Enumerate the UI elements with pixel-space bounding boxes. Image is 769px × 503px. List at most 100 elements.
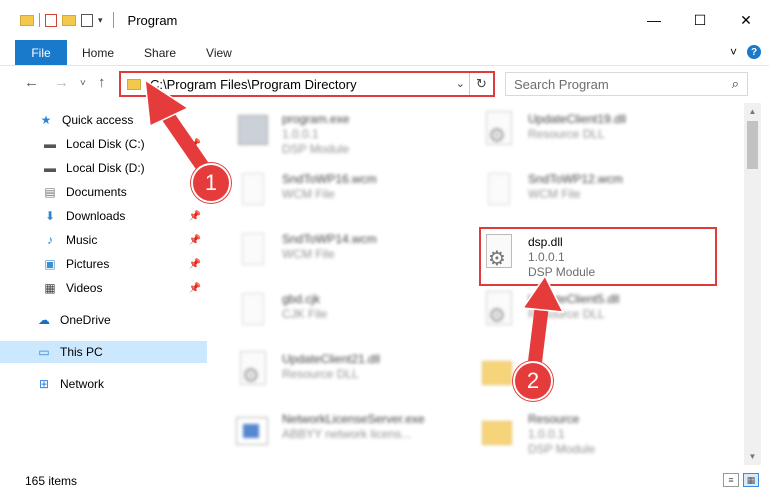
pin-icon[interactable]: 📌: [189, 235, 201, 246]
nav-documents[interactable]: ▤ Documents: [0, 181, 207, 203]
pin-icon[interactable]: 📌: [189, 283, 201, 294]
nav-onedrive[interactable]: ☁ OneDrive: [0, 309, 207, 331]
nav-this-pc[interactable]: ▭ This PC: [0, 341, 207, 363]
file-explorer-window: ▾ Program — ☐ ✕ File Home Share View ˅ ?…: [0, 0, 769, 503]
file-item[interactable]: SndToWP14.wcm WCM File: [224, 225, 454, 281]
new-folder-icon[interactable]: [62, 14, 76, 26]
star-icon: ★: [40, 113, 52, 127]
properties-icon[interactable]: [45, 13, 57, 27]
search-input[interactable]: Search Program ⌕: [505, 72, 748, 96]
file-item[interactable]: SndToWP12.wcm WCM File: [470, 165, 700, 221]
item-count: 165 items: [25, 474, 78, 488]
nav-local-disk-c[interactable]: ▬ Local Disk (C:) 📌: [0, 133, 207, 155]
file-type: Resource DLL: [528, 127, 605, 141]
file-item[interactable]: ⚙ UpdateClient19.dll Resource DLL: [470, 105, 700, 161]
file-name: SndToWP16.wcm: [282, 172, 377, 186]
nav-label: Downloads: [66, 209, 126, 223]
nav-pictures[interactable]: ▣ Pictures 📌: [0, 253, 207, 275]
nav-local-disk-d[interactable]: ▬ Local Disk (D:): [0, 157, 207, 179]
address-path[interactable]: C:\Program Files\Program Directory: [150, 77, 357, 92]
customize-toolbar-chevron-icon[interactable]: ▾: [98, 15, 103, 26]
file-type: WCM File: [282, 187, 335, 201]
address-bar[interactable]: C:\Program Files\Program Directory ⌄ ↻: [119, 71, 495, 97]
maximize-button[interactable]: ☐: [677, 0, 723, 40]
nav-label: Videos: [66, 281, 103, 295]
document-icon: [236, 171, 270, 213]
toolbar-divider: [39, 13, 40, 27]
ribbon-collapse-chevron-icon[interactable]: ˅: [730, 45, 737, 59]
ribbon-right-controls: ˅ ?: [730, 45, 761, 59]
file-name: UpdateClient5.dll: [528, 292, 620, 306]
nav-label: Documents: [66, 185, 127, 199]
nav-downloads[interactable]: ⬇ Downloads 📌: [0, 205, 207, 227]
file-description: DSP Module: [528, 442, 596, 456]
close-button[interactable]: ✕: [723, 0, 769, 40]
forward-arrow-icon[interactable]: →: [54, 74, 69, 91]
app-icon: [236, 411, 270, 453]
dll-icon: ⚙: [482, 291, 516, 333]
scroll-down-arrow-icon[interactable]: ▼: [744, 448, 761, 465]
file-name: NetworkLicenseServer.exe: [282, 412, 425, 426]
file-item[interactable]: NetworkLicenseServer.exe ABBYY network l…: [224, 405, 454, 461]
up-arrow-icon[interactable]: ↑: [98, 74, 106, 91]
status-bar: 165 items ≡ ▦: [0, 470, 769, 492]
address-dropdown-chevron-icon[interactable]: ⌄: [456, 77, 465, 90]
nav-label: Network: [60, 377, 105, 391]
vertical-scrollbar[interactable]: ▲ ▼: [744, 103, 761, 465]
file-description: DSP Module: [282, 142, 350, 156]
view-toggle-group: ≡ ▦: [723, 473, 759, 487]
file-version: 1.0.0.1: [282, 127, 319, 141]
refresh-button[interactable]: ↻: [469, 73, 493, 95]
tab-home[interactable]: Home: [67, 40, 129, 65]
pin-icon[interactable]: 📌: [189, 259, 201, 270]
window-title: Program: [127, 12, 178, 28]
document-icon: [236, 231, 270, 273]
folder-icon: [127, 78, 141, 90]
file-item[interactable]: program.exe 1.0.0.1 DSP Module: [224, 105, 454, 161]
file-item[interactable]: 14: [470, 345, 700, 401]
scroll-thumb[interactable]: [747, 121, 758, 169]
file-type: WCM File: [282, 247, 335, 261]
dll-icon: ⚙: [236, 351, 270, 393]
file-item[interactable]: Resource 1.0.0.1 DSP Module: [470, 405, 700, 461]
pin-icon[interactable]: 📌: [189, 211, 201, 222]
details-view-icon[interactable]: ≡: [723, 473, 739, 487]
nav-quick-access[interactable]: ★ Quick access: [0, 109, 207, 131]
back-arrow-icon[interactable]: ←: [24, 74, 39, 91]
recent-locations-chevron-icon[interactable]: ˅: [80, 78, 86, 89]
file-type: CJK File: [282, 307, 328, 321]
tab-view[interactable]: View: [191, 40, 247, 65]
folder-icon: [482, 411, 516, 453]
tiles-view-icon[interactable]: ▦: [743, 473, 759, 487]
rename-icon[interactable]: [81, 13, 93, 27]
file-item[interactable]: SndToWP16.wcm WCM File: [224, 165, 454, 221]
nav-music[interactable]: ♪ Music 📌: [0, 229, 207, 251]
nav-videos[interactable]: ▦ Videos 📌: [0, 277, 207, 299]
navigation-pane: ★ Quick access ▬ Local Disk (C:) 📌 ▬ Loc…: [0, 103, 207, 465]
nav-network[interactable]: ⊞ Network: [0, 373, 207, 395]
file-name: gbd.cjk: [282, 292, 321, 306]
scroll-up-arrow-icon[interactable]: ▲: [744, 103, 761, 120]
dll-icon: ⚙: [482, 111, 516, 153]
search-icon[interactable]: ⌕: [732, 76, 739, 92]
file-item[interactable]: gbd.cjk CJK File: [224, 285, 454, 341]
music-icon: ♪: [47, 233, 53, 247]
pin-icon[interactable]: 📌: [189, 139, 201, 150]
nav-label: This PC: [60, 345, 103, 359]
nav-label: Pictures: [66, 257, 110, 271]
dsp-dll-highlight-box: [479, 227, 717, 286]
minimize-button[interactable]: —: [631, 0, 677, 40]
window-controls: — ☐ ✕: [631, 0, 769, 40]
drive-icon: ▬: [44, 137, 56, 151]
title-divider: [112, 12, 114, 28]
tab-file[interactable]: File: [15, 40, 67, 65]
file-item[interactable]: ⚙ UpdateClient21.dll Resource DLL: [224, 345, 454, 401]
folder-icon: [482, 351, 516, 393]
file-item[interactable]: ⚙ UpdateClient5.dll Resource DLL: [470, 285, 700, 341]
folder-icon[interactable]: [20, 14, 34, 26]
file-name: UpdateClient21.dll: [282, 352, 381, 366]
cloud-icon: ☁: [38, 313, 50, 327]
help-icon[interactable]: ?: [747, 45, 761, 59]
file-type: Resource DLL: [282, 367, 359, 381]
tab-share[interactable]: Share: [129, 40, 191, 65]
